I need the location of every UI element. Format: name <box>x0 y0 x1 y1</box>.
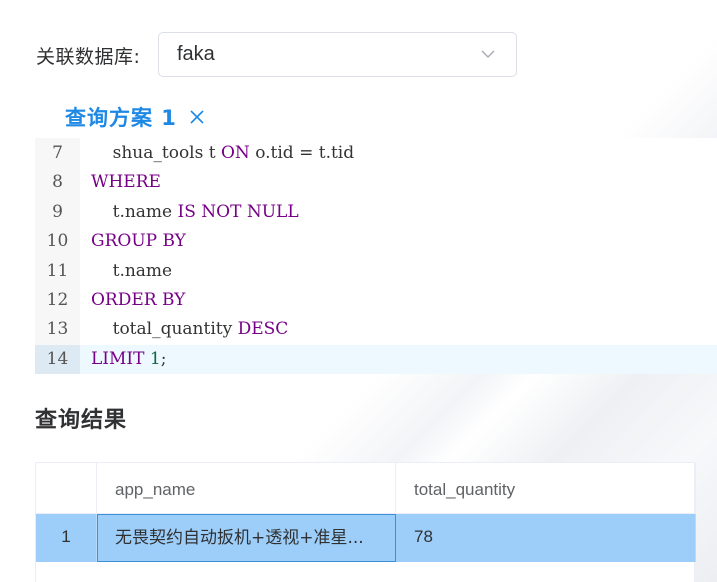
code-line[interactable]: 8 WHERE <box>35 168 717 197</box>
code-line[interactable]: 14 LIMIT 1; <box>35 344 717 374</box>
sql-token: t.name <box>91 260 173 281</box>
line-number: 11 <box>46 260 69 281</box>
code-line[interactable]: 9 t.name IS NOT NULL <box>35 198 717 227</box>
code-line[interactable]: 11 t.name <box>35 257 717 286</box>
code-text: shua_tools t ON o.tid = t.tid <box>91 139 355 168</box>
sql-keyword: ORDER BY <box>91 290 186 310</box>
table-header: app_name total_quantity <box>36 463 696 514</box>
code-line[interactable]: 12 ORDER BY <box>35 286 717 315</box>
line-number: 9 <box>52 201 63 222</box>
row-index: 1 <box>36 514 97 562</box>
column-header-index <box>36 463 97 513</box>
tab-query-plan-1[interactable]: 查询方案 1 <box>35 95 237 138</box>
column-header-total-quantity[interactable]: total_quantity <box>396 463 696 513</box>
column-header-app-name[interactable]: app_name <box>97 463 396 513</box>
tab-label: 查询方案 1 <box>65 105 177 130</box>
code-text: LIMIT 1; <box>91 345 166 374</box>
chevron-down-icon <box>481 50 495 58</box>
sql-keyword: IS NOT NULL <box>177 201 299 222</box>
line-number: 7 <box>52 143 63 163</box>
sql-token: o.tid = t.tid <box>249 143 355 163</box>
sql-number: 1 <box>149 348 161 369</box>
sql-token: t.name <box>91 201 178 222</box>
code-line[interactable]: 13 total_quantity DESC <box>35 315 717 344</box>
line-number: 14 <box>35 344 80 374</box>
sql-token: ; <box>160 348 167 369</box>
code-line[interactable]: 10 GROUP BY <box>35 227 717 256</box>
database-label: 关联数据库: <box>36 46 141 68</box>
database-select-value: faka <box>177 43 215 65</box>
line-number: 8 <box>52 172 63 193</box>
close-icon[interactable] <box>189 109 205 125</box>
code-text: WHERE <box>91 168 161 197</box>
code-text: t.name IS NOT NULL <box>91 198 299 227</box>
table-row[interactable]: 1 无畏契约自动扳机+透视+准星... 78 <box>36 514 696 562</box>
sql-editor[interactable]: 7 shua_tools t ON o.tid = t.tid 8 WHERE 9 t… <box>35 138 717 374</box>
code-text: ORDER BY <box>91 286 185 315</box>
database-selector-row: 关联数据库: faka <box>36 32 517 79</box>
sql-keyword: GROUP BY <box>91 231 186 252</box>
database-select[interactable]: faka <box>158 32 517 77</box>
sql-keyword: DESC <box>237 319 289 340</box>
results-table: app_name total_quantity 1 无畏契约自动扳机+透视+准星… <box>35 462 696 582</box>
line-number: 12 <box>46 290 69 310</box>
result-title: 查询结果 <box>35 408 128 433</box>
code-text: total_quantity DESC <box>91 315 289 344</box>
sql-keyword: ON <box>220 143 250 163</box>
sql-keyword: WHERE <box>91 172 161 193</box>
cell-app-name[interactable]: 无畏契约自动扳机+透视+准星... <box>97 514 396 562</box>
cell-total-quantity[interactable]: 78 <box>396 514 696 562</box>
line-number: 13 <box>46 319 69 340</box>
line-number: 10 <box>46 231 69 252</box>
sql-token: total_quantity <box>91 319 238 340</box>
sql-token: shua_tools t <box>91 143 221 163</box>
code-text: GROUP BY <box>91 227 186 256</box>
sql-keyword: LIMIT <box>91 348 145 369</box>
code-text: t.name <box>91 257 173 286</box>
code-line[interactable]: 7 shua_tools t ON o.tid = t.tid <box>35 139 717 168</box>
